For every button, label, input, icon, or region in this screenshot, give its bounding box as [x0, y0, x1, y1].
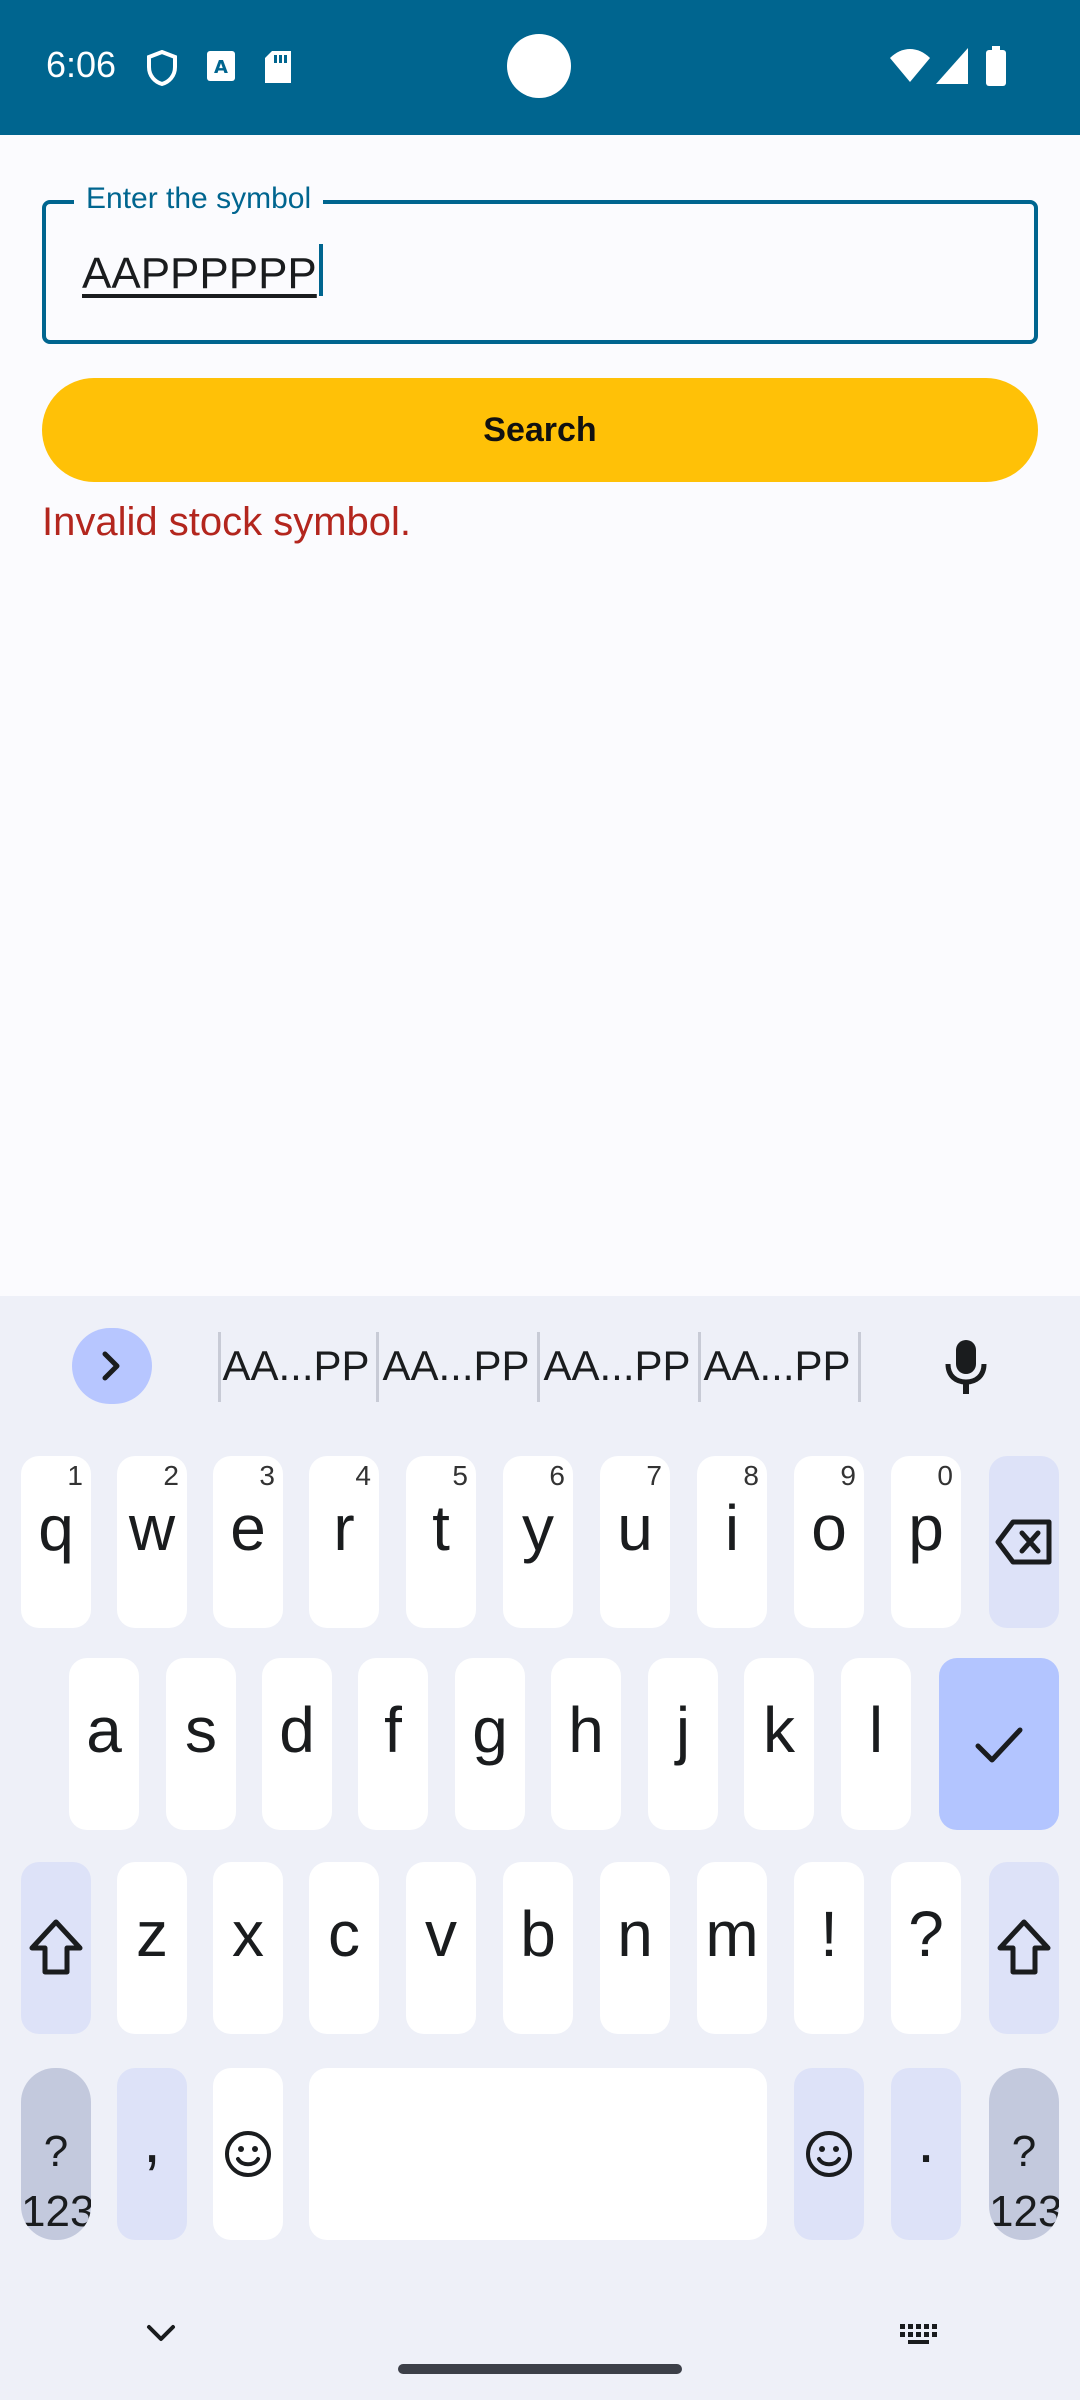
key-a[interactable]: a	[69, 1658, 139, 1830]
text-cursor	[318, 244, 323, 296]
key-exclamation[interactable]: !	[794, 1862, 864, 2034]
separator	[858, 1332, 861, 1402]
space-key[interactable]	[309, 2068, 767, 2240]
key-r[interactable]: 4r	[309, 1456, 379, 1628]
key-t[interactable]: 5t	[406, 1456, 476, 1628]
home-indicator[interactable]	[398, 2364, 682, 2374]
key-v[interactable]: v	[406, 1862, 476, 2034]
backspace-key[interactable]	[989, 1456, 1059, 1628]
key-f[interactable]: f	[358, 1658, 428, 1830]
battery-icon	[986, 46, 1006, 86]
checkmark-icon	[975, 1727, 1023, 1763]
svg-text:A: A	[214, 57, 228, 78]
key-d[interactable]: d	[262, 1658, 332, 1830]
emoji-icon	[225, 2131, 271, 2177]
key-w[interactable]: 2w	[117, 1456, 187, 1628]
emoji-key-right[interactable]	[794, 2068, 864, 2240]
key-j[interactable]: j	[648, 1658, 718, 1830]
key-k[interactable]: k	[744, 1658, 814, 1830]
enter-key[interactable]	[939, 1658, 1059, 1830]
expand-toolbar-button[interactable]	[72, 1328, 152, 1404]
wifi-icon	[890, 49, 930, 82]
backspace-icon	[995, 1519, 1052, 1565]
search-button[interactable]: Search	[42, 378, 1038, 482]
suggestion-4[interactable]: AA...PP	[697, 1336, 857, 1396]
symbol-input-label: Enter the symbol	[74, 182, 324, 216]
key-o[interactable]: 9o	[794, 1456, 864, 1628]
emoji-key[interactable]	[213, 2068, 283, 2240]
key-l[interactable]: l	[841, 1658, 911, 1830]
clock: 6:06	[46, 44, 117, 85]
key-m[interactable]: m	[697, 1862, 767, 2034]
shift-icon	[997, 1919, 1051, 1975]
comma-key[interactable]: ,	[117, 2068, 187, 2240]
key-q[interactable]: 1q	[21, 1456, 91, 1628]
shield-icon	[147, 50, 177, 86]
key-h[interactable]: h	[551, 1658, 621, 1830]
emoji-icon	[806, 2131, 852, 2177]
status-bar: 6:06 A	[0, 0, 1080, 135]
key-n[interactable]: n	[600, 1862, 670, 2034]
key-i[interactable]: 8i	[697, 1456, 767, 1628]
key-p[interactable]: 0p	[891, 1456, 961, 1628]
period-key[interactable]: .	[891, 2068, 961, 2240]
key-s[interactable]: s	[166, 1658, 236, 1830]
translate-icon: A	[207, 51, 235, 81]
keyboard-switch-icon[interactable]	[898, 2322, 942, 2346]
camera-cutout	[507, 34, 571, 98]
key-e[interactable]: 3e	[213, 1456, 283, 1628]
suggestion-2[interactable]: AA...PP	[376, 1336, 536, 1396]
suggestion-3[interactable]: AA...PP	[537, 1336, 697, 1396]
hide-keyboard-chevron-icon[interactable]	[144, 2320, 178, 2346]
key-x[interactable]: x	[213, 1862, 283, 2034]
key-u[interactable]: 7u	[600, 1456, 670, 1628]
sd-card-icon	[265, 51, 291, 83]
shift-key-right[interactable]	[989, 1862, 1059, 2034]
shift-key-left[interactable]	[21, 1862, 91, 2034]
chevron-right-icon	[102, 1351, 120, 1381]
key-question[interactable]: ?	[891, 1862, 961, 2034]
symbol-input-value[interactable]: AAPPPPPP	[82, 244, 323, 299]
symbols-key-right[interactable]: ?123	[989, 2068, 1059, 2240]
key-b[interactable]: b	[503, 1862, 573, 2034]
suggestion-bar: AA...PP AA...PP AA...PP AA...PP	[0, 1296, 1080, 1436]
shift-icon	[29, 1919, 83, 1975]
suggestion-1[interactable]: AA...PP	[216, 1336, 376, 1396]
key-c[interactable]: c	[309, 1862, 379, 2034]
symbols-key-left[interactable]: ?123	[21, 2068, 91, 2240]
key-z[interactable]: z	[117, 1862, 187, 2034]
error-message: Invalid stock symbol.	[42, 500, 412, 544]
signal-icon	[936, 48, 968, 84]
soft-keyboard: AA...PP AA...PP AA...PP AA...PP 1q 2w 3e…	[0, 1296, 1080, 2400]
microphone-icon[interactable]	[936, 1336, 996, 1400]
key-y[interactable]: 6y	[503, 1456, 573, 1628]
key-g[interactable]: g	[455, 1658, 525, 1830]
